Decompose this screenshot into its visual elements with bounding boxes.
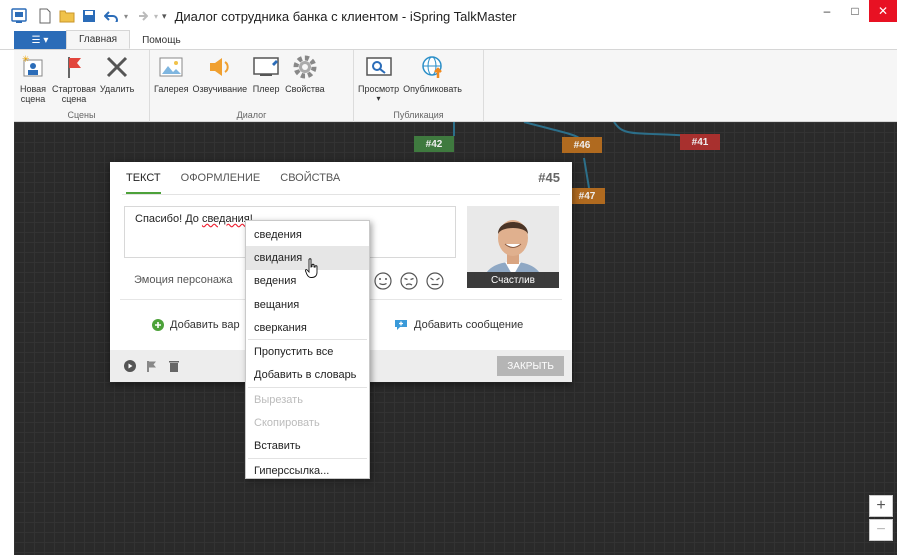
undo-icon[interactable]: [102, 7, 120, 25]
new-file-icon[interactable]: [36, 7, 54, 25]
undo-dropdown-icon[interactable]: ▾: [124, 12, 128, 21]
scene-node-42[interactable]: #42: [414, 136, 454, 152]
gear-icon: [290, 52, 320, 82]
menu-item-paste[interactable]: Вставить: [246, 435, 369, 458]
close-panel-button[interactable]: ЗАКРЫТЬ: [497, 356, 564, 376]
zoom-in-button[interactable]: +: [869, 495, 893, 517]
maximize-button[interactable]: □: [841, 0, 869, 22]
emotion-caption: Счастлив: [467, 272, 559, 288]
ribbon-group-label-scenes: Сцены: [67, 110, 96, 120]
title-bar: ▾ ▾ ▾ Диалог сотрудника банка с клиентом…: [0, 0, 897, 32]
ribbon-group-scenes: ✳ Новая сцена Стартовая сцена Удалить Сц…: [14, 50, 150, 122]
tab-text[interactable]: Текст: [126, 172, 161, 194]
svg-text:✳: ✳: [22, 54, 30, 64]
flag-icon: [59, 52, 89, 82]
new-scene-icon: ✳: [18, 52, 48, 82]
ribbon-group-label-publish: Публикация: [393, 110, 444, 120]
zoom-out-button[interactable]: −: [869, 519, 893, 541]
scene-node-41[interactable]: #41: [680, 134, 720, 150]
publish-globe-icon: [418, 52, 448, 82]
neutral-face-icon[interactable]: [374, 272, 392, 290]
voiceover-label: Озвучивание: [192, 84, 248, 94]
window-controls: – □ ✕: [813, 0, 897, 22]
ribbon-group-publish: Просмотр ▾ Опубликовать Публикация: [354, 50, 484, 122]
speaker-icon: [205, 52, 235, 82]
quick-access-toolbar: ▾ ▾ ▾: [36, 7, 167, 25]
menu-item-suggestion[interactable]: сведения: [246, 223, 369, 246]
save-icon[interactable]: [80, 7, 98, 25]
hand-cursor-icon: [305, 258, 318, 278]
start-scene-label: Стартовая сцена: [52, 84, 96, 104]
ribbon-group-label-dialog: Диалог: [236, 110, 267, 120]
panel-tabs: Текст Оформление Свойства: [126, 172, 340, 194]
redo-icon[interactable]: [132, 7, 150, 25]
misspelled-word[interactable]: сведания: [202, 213, 250, 225]
customize-qat-icon[interactable]: ▾: [162, 11, 167, 22]
player-icon: [251, 52, 281, 82]
add-message-button[interactable]: Добавить сообщение: [394, 319, 523, 331]
delete-label: Удалить: [99, 84, 135, 94]
tab-home[interactable]: Главная: [66, 30, 131, 49]
player-label: Плеер: [252, 84, 280, 94]
menu-item-hyperlink[interactable]: Гиперссылка...: [246, 459, 369, 482]
scene-node-47[interactable]: #47: [569, 188, 605, 204]
message-bubble-icon: [395, 320, 407, 330]
app-icon: [10, 7, 28, 25]
scene-node-46[interactable]: #46: [562, 137, 602, 153]
menu-item-add-to-dictionary[interactable]: Добавить в словарь: [246, 364, 369, 387]
open-folder-icon[interactable]: [58, 7, 76, 25]
minimize-button[interactable]: –: [813, 0, 841, 22]
emotion-label: Эмоция персонажа: [134, 274, 233, 286]
scene-id: #45: [538, 170, 560, 185]
menu-item-copy[interactable]: Скопировать: [246, 411, 369, 434]
emotion-picker: [374, 272, 444, 290]
gallery-label: Галерея: [154, 84, 189, 94]
ribbon: ✳ Новая сцена Стартовая сцена Удалить Сц…: [14, 50, 897, 122]
new-scene-label: Новая сцена: [19, 84, 47, 104]
gallery-icon: [156, 52, 186, 82]
menu-item-suggestion[interactable]: вещания: [246, 293, 369, 316]
tabs-divider: [122, 194, 560, 195]
ribbon-tabs: ☰ ▾ Главная Помощь: [0, 30, 897, 50]
file-menu-button[interactable]: ☰ ▾: [14, 31, 66, 49]
character-avatar[interactable]: Счастлив: [467, 206, 559, 288]
tab-help[interactable]: Помощь: [130, 31, 193, 49]
properties-label: Свойства: [285, 84, 325, 94]
close-window-button[interactable]: ✕: [869, 0, 897, 22]
add-variant-button[interactable]: Добавить вар: [152, 319, 240, 331]
menu-item-ignore-all[interactable]: Пропустить все: [246, 340, 369, 363]
angry-face-icon[interactable]: [426, 272, 444, 290]
window-title: Диалог сотрудника банка с клиентом - iSp…: [174, 8, 517, 24]
redo-dropdown-icon[interactable]: ▾: [154, 12, 158, 21]
text-before: Спасибо! До: [135, 213, 202, 225]
tab-design[interactable]: Оформление: [181, 172, 261, 194]
tab-properties[interactable]: Свойства: [280, 172, 340, 194]
menu-item-suggestion[interactable]: сверкания: [246, 316, 369, 339]
menu-item-cut[interactable]: Вырезать: [246, 388, 369, 411]
preview-icon: [364, 52, 394, 82]
add-message-label: Добавить сообщение: [414, 319, 524, 331]
flag-icon[interactable]: [146, 360, 158, 372]
preview-dropdown-icon[interactable]: ▾: [377, 94, 381, 104]
trash-icon[interactable]: [168, 360, 180, 372]
ribbon-group-dialog: Галерея Озвучивание Плеер Свойства Диало…: [150, 50, 354, 122]
sad-face-icon[interactable]: [400, 272, 418, 290]
play-icon[interactable]: [124, 360, 136, 372]
plus-circle-icon: [152, 319, 164, 331]
delete-icon: [102, 52, 132, 82]
add-variant-label: Добавить вар: [170, 319, 240, 331]
preview-label: Просмотр: [358, 84, 400, 94]
publish-label: Опубликовать: [403, 84, 462, 94]
